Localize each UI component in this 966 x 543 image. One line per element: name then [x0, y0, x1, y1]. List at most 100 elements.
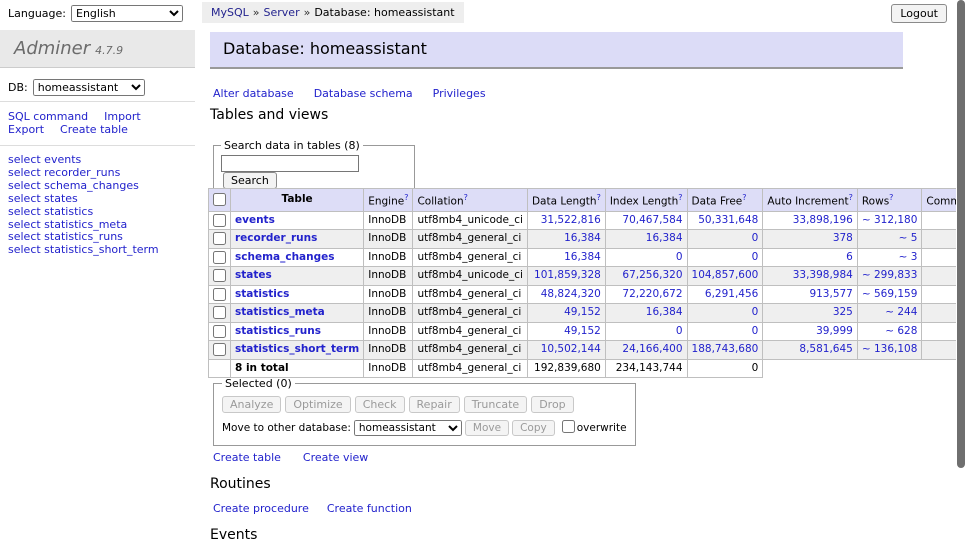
- sidebar-select-link-select-statistics[interactable]: select statistics: [8, 206, 159, 219]
- index-length-link[interactable]: 70,467,584: [622, 214, 682, 226]
- table-link-statistics-short-term[interactable]: statistics_short_term: [235, 343, 359, 355]
- data-free-link[interactable]: 6,291,456: [705, 288, 758, 300]
- auto-increment-link[interactable]: 33,398,984: [793, 269, 853, 281]
- data-free-link[interactable]: 0: [752, 306, 759, 318]
- rows-link[interactable]: ~ 628: [885, 325, 917, 337]
- sidebar-select-link-select-statistics-short-term[interactable]: select statistics_short_term: [8, 244, 159, 257]
- db-action-link-alter-database[interactable]: Alter database: [213, 87, 294, 100]
- select-all-cell: [209, 189, 231, 212]
- auto-increment-link[interactable]: 39,999: [816, 325, 853, 337]
- auto-increment-link[interactable]: 325: [833, 306, 853, 318]
- index-length-link[interactable]: 0: [676, 251, 683, 263]
- column-header-auto-increment: Auto Increment?: [763, 189, 858, 212]
- row-checkbox[interactable]: [213, 251, 226, 264]
- table-link-recorder-runs[interactable]: recorder_runs: [235, 232, 317, 244]
- create-link-create-table[interactable]: Create table: [213, 451, 281, 464]
- rows-link[interactable]: ~ 136,108: [862, 343, 918, 355]
- vertical-scrollbar[interactable]: [956, 0, 966, 543]
- column-header-label: Rows: [862, 196, 889, 208]
- select-all-checkbox[interactable]: [213, 193, 226, 206]
- data-length-link[interactable]: 49,152: [564, 325, 601, 337]
- sidebar-select-link-select-states[interactable]: select states: [8, 193, 159, 206]
- table-link-states[interactable]: states: [235, 269, 272, 281]
- sidebar-link-sql-command[interactable]: SQL command: [8, 110, 88, 123]
- rows-link[interactable]: ~ 569,159: [862, 288, 918, 300]
- rows-link[interactable]: ~ 5: [899, 232, 918, 244]
- routine-link-create-function[interactable]: Create function: [327, 502, 412, 515]
- column-help-link[interactable]: ?: [742, 193, 746, 202]
- overwrite-checkbox[interactable]: [562, 420, 575, 433]
- move-database-select[interactable]: homeassistant: [354, 420, 462, 436]
- data-length-link[interactable]: 49,152: [564, 306, 601, 318]
- data-length-link[interactable]: 101,859,328: [534, 269, 601, 281]
- row-checkbox[interactable]: [213, 214, 226, 227]
- language-select[interactable]: English: [71, 5, 183, 22]
- data-length-link[interactable]: 31,522,816: [541, 214, 601, 226]
- rows-link[interactable]: ~ 3: [899, 251, 918, 263]
- index-length-link[interactable]: 72,220,672: [622, 288, 682, 300]
- data-length-link[interactable]: 10,502,144: [541, 343, 601, 355]
- row-checkbox[interactable]: [213, 269, 226, 282]
- column-help-link[interactable]: ?: [678, 193, 682, 202]
- cell-collation: utf8mb4_general_ci: [413, 230, 527, 249]
- data-length-link[interactable]: 16,384: [564, 232, 601, 244]
- data-free-link[interactable]: 188,743,680: [692, 343, 759, 355]
- cell-rows: ~ 136,108: [857, 341, 922, 360]
- table-link-statistics-runs[interactable]: statistics_runs: [235, 325, 321, 337]
- row-checkbox[interactable]: [213, 325, 226, 338]
- row-checkbox[interactable]: [213, 232, 226, 245]
- tables-head-row: TableEngine?Collation?Data Length?Index …: [209, 189, 966, 212]
- db-action-link-database-schema[interactable]: Database schema: [314, 87, 413, 100]
- search-button[interactable]: Search: [223, 172, 277, 189]
- rows-link[interactable]: ~ 299,833: [862, 269, 918, 281]
- db-select[interactable]: homeassistant: [33, 79, 145, 96]
- table-row-statistics-runs: statistics_runsInnoDButf8mb4_general_ci4…: [209, 322, 966, 341]
- data-free-link[interactable]: 0: [752, 232, 759, 244]
- data-free-link[interactable]: 104,857,600: [692, 269, 759, 281]
- sidebar-select-link-select-schema-changes[interactable]: select schema_changes: [8, 180, 159, 193]
- create-link-create-view[interactable]: Create view: [303, 451, 368, 464]
- data-length-link[interactable]: 16,384: [564, 251, 601, 263]
- table-link-statistics-meta[interactable]: statistics_meta: [235, 306, 325, 318]
- table-link-statistics[interactable]: statistics: [235, 288, 289, 300]
- data-free-link[interactable]: 50,331,648: [698, 214, 758, 226]
- column-help-link[interactable]: ?: [464, 193, 468, 202]
- index-length-link[interactable]: 24,166,400: [622, 343, 682, 355]
- data-length-link[interactable]: 48,824,320: [541, 288, 601, 300]
- auto-increment-link[interactable]: 8,581,645: [799, 343, 852, 355]
- sidebar-select-link-select-events[interactable]: select events: [8, 154, 159, 167]
- column-help-link[interactable]: ?: [597, 193, 601, 202]
- sidebar-link-import[interactable]: Import: [104, 110, 141, 123]
- table-link-schema-changes[interactable]: schema_changes: [235, 251, 335, 263]
- column-help-link[interactable]: ?: [889, 193, 893, 202]
- cell-index-length: 0: [605, 248, 687, 267]
- auto-increment-link[interactable]: 6: [846, 251, 853, 263]
- column-help-link[interactable]: ?: [404, 193, 408, 202]
- index-length-link[interactable]: 16,384: [646, 306, 683, 318]
- column-header-label: Index Length: [610, 196, 678, 208]
- rows-link[interactable]: ~ 312,180: [862, 214, 918, 226]
- db-action-link-privileges[interactable]: Privileges: [433, 87, 486, 100]
- sidebar-select-link-select-recorder-runs[interactable]: select recorder_runs: [8, 167, 159, 180]
- sidebar-link-export[interactable]: Export: [8, 123, 44, 136]
- row-checkbox[interactable]: [213, 306, 226, 319]
- rows-link[interactable]: ~ 244: [885, 306, 917, 318]
- auto-increment-link[interactable]: 913,577: [809, 288, 852, 300]
- scrollbar-thumb[interactable]: [957, 0, 965, 468]
- cell-data-length: 101,859,328: [527, 267, 605, 286]
- index-length-link[interactable]: 0: [676, 325, 683, 337]
- data-free-link[interactable]: 0: [752, 251, 759, 263]
- routine-link-create-procedure[interactable]: Create procedure: [213, 502, 309, 515]
- column-help-link[interactable]: ?: [849, 193, 853, 202]
- table-link-events[interactable]: events: [235, 214, 275, 226]
- row-checkbox[interactable]: [213, 288, 226, 301]
- auto-increment-link[interactable]: 33,898,196: [793, 214, 853, 226]
- sidebar-link-create-table[interactable]: Create table: [60, 123, 128, 136]
- search-input[interactable]: [221, 155, 359, 172]
- index-length-link[interactable]: 16,384: [646, 232, 683, 244]
- auto-increment-link[interactable]: 378: [833, 232, 853, 244]
- cell-collation: utf8mb4_general_ci: [413, 285, 527, 304]
- data-free-link[interactable]: 0: [752, 325, 759, 337]
- index-length-link[interactable]: 67,256,320: [622, 269, 682, 281]
- row-checkbox[interactable]: [213, 343, 226, 356]
